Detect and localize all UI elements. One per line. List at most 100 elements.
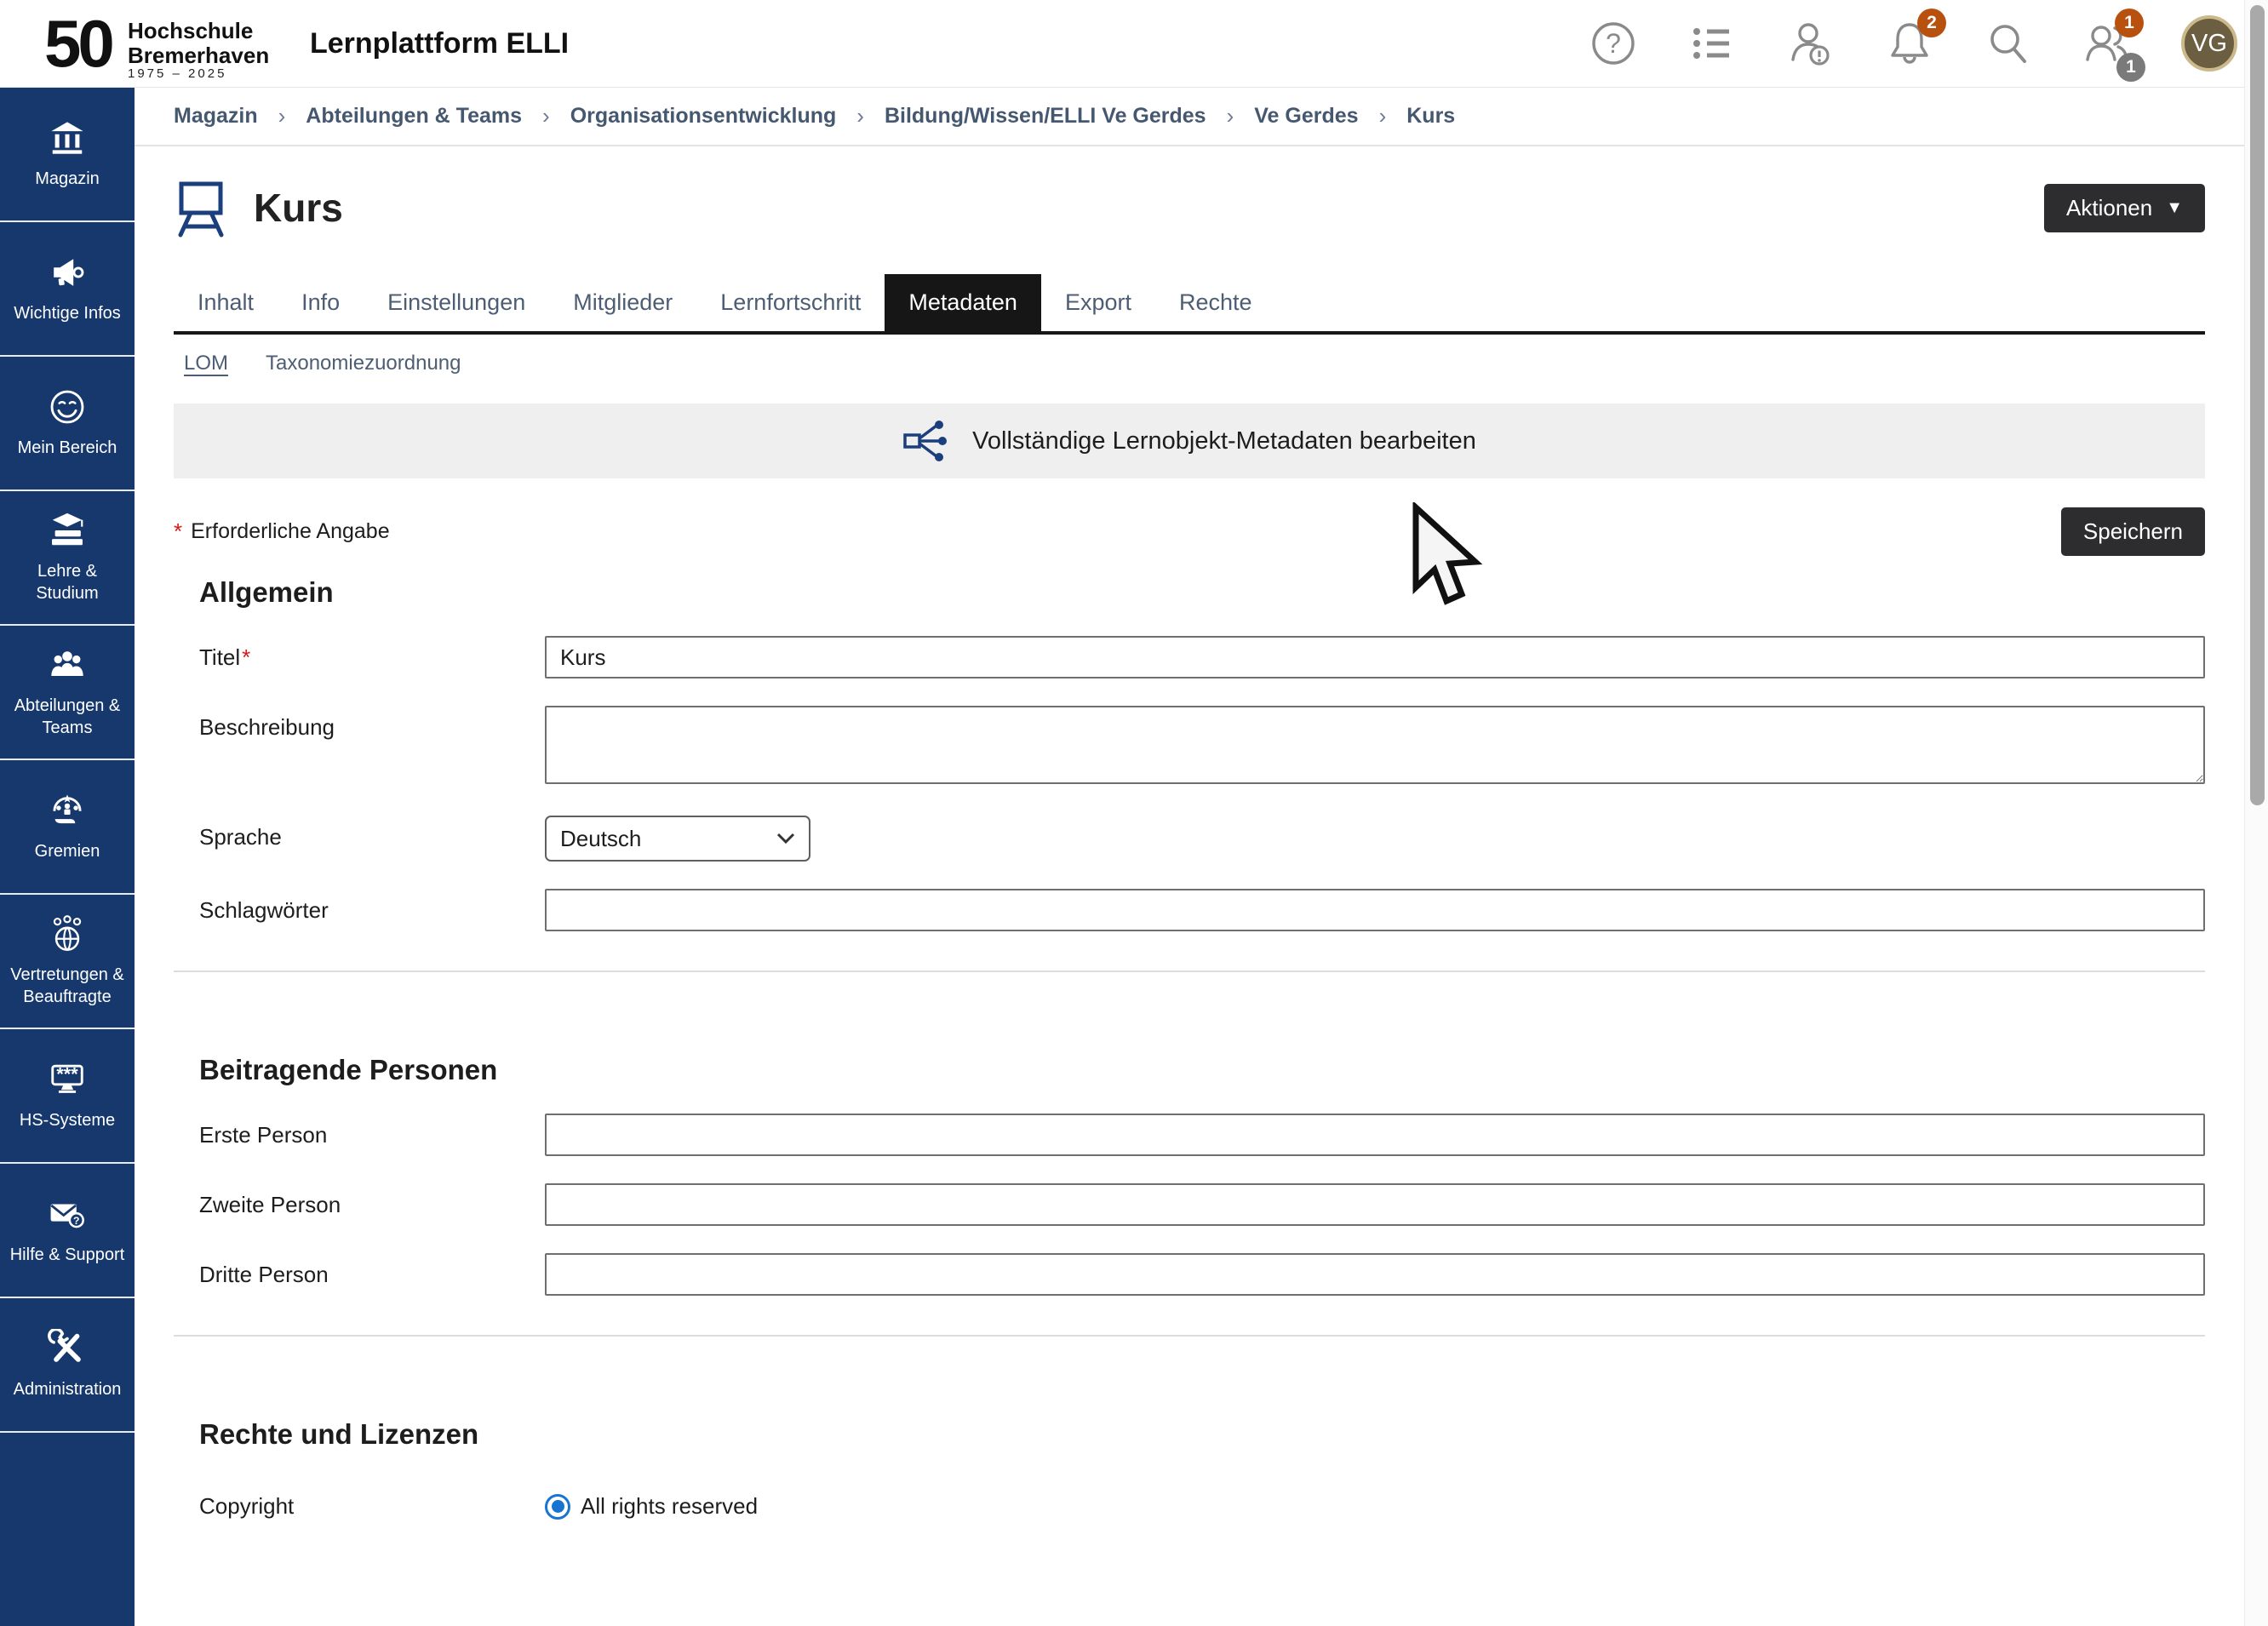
sidebar-item-label: Lehre & Studium — [5, 560, 129, 604]
tab-mitglieder[interactable]: Mitglieder — [549, 274, 696, 331]
search-icon — [1984, 19, 2033, 68]
tab-inhalt[interactable]: Inhalt — [174, 274, 278, 331]
third-person-input[interactable] — [545, 1253, 2205, 1296]
second-person-input[interactable] — [545, 1183, 2205, 1226]
sidebar-item-label: Wichtige Infos — [14, 302, 121, 324]
list-button[interactable] — [1687, 19, 1737, 68]
breadcrumb-item[interactable]: Magazin — [174, 104, 258, 129]
chevron-right-icon: › — [856, 103, 864, 129]
third-person-label: Dritte Person — [199, 1253, 545, 1288]
title-input[interactable] — [545, 636, 2205, 678]
sidebar-item-label: Abteilungen & Teams — [5, 695, 129, 739]
who-is-online-button[interactable] — [1786, 19, 1836, 68]
help-icon: ? — [1589, 20, 1637, 67]
app-title: Lernplattform ELLI — [310, 27, 569, 60]
copyright-radio[interactable] — [545, 1494, 570, 1520]
form-row-description: Beschreibung — [174, 706, 2205, 788]
keywords-input[interactable] — [545, 889, 2205, 931]
form-row-title: Titel* — [174, 636, 2205, 678]
tools-icon — [48, 1329, 87, 1368]
page-content: Kurs Aktionen▼ Inhalt Info Einstellungen… — [135, 177, 2244, 1520]
contacts-new-badge: 1 — [2115, 9, 2144, 37]
required-marker: * — [242, 644, 250, 670]
svg-text:***: *** — [56, 1063, 78, 1085]
user-alert-icon — [1786, 19, 1836, 68]
sidebar-item-administration[interactable]: Administration — [0, 1298, 135, 1433]
copyright-option-label: All rights reserved — [581, 1493, 758, 1520]
form-row-first-person: Erste Person — [174, 1114, 2205, 1156]
app-window: 50 HochschuleBremerhaven 1975 – 2025 Ler… — [0, 0, 2268, 1626]
globe-people-icon — [48, 914, 87, 953]
main-sidebar: Magazin Wichtige Infos Mein Bereich — [0, 88, 135, 1626]
notifications-badge: 2 — [1917, 9, 1946, 37]
subtab-lom[interactable]: LOM — [184, 352, 228, 378]
avatar[interactable]: VG — [2181, 15, 2237, 72]
title-label: Titel* — [199, 636, 545, 671]
svg-text:?: ? — [73, 1215, 79, 1227]
description-label: Beschreibung — [199, 706, 545, 741]
sidebar-item-hs-systeme[interactable]: *** HS-Systeme — [0, 1029, 135, 1164]
tab-export[interactable]: Export — [1041, 274, 1155, 331]
list-icon — [1688, 20, 1736, 67]
form-row-language: Sprache Deutsch — [174, 816, 2205, 862]
logo-name-line1: Hochschule — [128, 18, 253, 43]
search-button[interactable] — [1984, 19, 2033, 68]
contacts-button[interactable]: 1 1 — [2082, 19, 2132, 68]
tab-info[interactable]: Info — [278, 274, 364, 331]
breadcrumb: Magazin › Abteilungen & Teams › Organisa… — [135, 88, 2244, 146]
section-divider — [174, 970, 2205, 972]
sidebar-item-lehre-studium[interactable]: Lehre & Studium — [0, 491, 135, 626]
sidebar-item-label: Vertretungen & Beauftragte — [5, 964, 129, 1008]
mail-question-icon: ? — [48, 1194, 87, 1234]
section-heading-contributors: Beitragende Personen — [199, 1054, 2205, 1086]
required-marker: * — [174, 518, 182, 545]
scrollbar-thumb[interactable] — [2250, 5, 2265, 805]
form-row-copyright: Copyright All rights reserved — [174, 1493, 2205, 1520]
breadcrumb-item-current[interactable]: Kurs — [1406, 104, 1455, 129]
section-heading-rights: Rechte und Lizenzen — [199, 1418, 2205, 1451]
language-label: Sprache — [199, 816, 545, 850]
sidebar-item-wichtige-infos[interactable]: Wichtige Infos — [0, 222, 135, 357]
chevron-down-icon — [776, 833, 795, 844]
logo-name-line2: Bremerhaven — [128, 43, 269, 68]
breadcrumb-item[interactable]: Abteilungen & Teams — [306, 104, 522, 129]
sidebar-item-label: HS-Systeme — [20, 1109, 115, 1131]
banner-label: Vollständige Lernobjekt-Metadaten bearbe… — [972, 427, 1476, 455]
sidebar-item-hilfe-support[interactable]: ? Hilfe & Support — [0, 1164, 135, 1298]
subtab-taxonomiezuordnung[interactable]: Taxonomiezuordnung — [266, 352, 461, 378]
scrollbar-track[interactable] — [2244, 0, 2268, 1626]
description-textarea[interactable] — [545, 706, 2205, 784]
tab-metadaten[interactable]: Metadaten — [885, 274, 1041, 331]
sidebar-item-abteilungen-teams[interactable]: Abteilungen & Teams — [0, 626, 135, 760]
tab-lernfortschritt[interactable]: Lernfortschritt — [696, 274, 885, 331]
chevron-right-icon: › — [542, 103, 550, 129]
save-button[interactable]: Speichern — [2061, 507, 2205, 556]
help-button[interactable]: ? — [1589, 19, 1638, 68]
sidebar-item-label: Magazin — [35, 168, 100, 190]
logo-50: 50 — [44, 5, 112, 83]
page-title-row: Kurs Aktionen▼ — [174, 177, 2205, 238]
tab-rechte[interactable]: Rechte — [1155, 274, 1276, 331]
sidebar-item-gremien[interactable]: Gremien — [0, 760, 135, 895]
sidebar-item-magazin[interactable]: Magazin — [0, 88, 135, 222]
header-toolbar: ? — [1589, 15, 2237, 72]
language-select[interactable]: Deutsch — [545, 816, 810, 862]
subtab-bar: LOM Taxonomiezuordnung — [174, 335, 2205, 378]
megaphone-icon — [48, 253, 87, 292]
people-group-icon — [48, 645, 87, 684]
actions-button[interactable]: Aktionen▼ — [2044, 184, 2205, 232]
edit-full-metadata-banner[interactable]: Vollständige Lernobjekt-Metadaten bearbe… — [174, 404, 2205, 478]
share-nodes-icon — [902, 419, 950, 463]
breadcrumb-item[interactable]: Organisationsentwicklung — [570, 104, 837, 129]
sidebar-item-mein-bereich[interactable]: Mein Bereich — [0, 357, 135, 491]
notifications-button[interactable]: 2 — [1885, 19, 1934, 68]
copyright-label: Copyright — [199, 1493, 545, 1520]
tab-einstellungen[interactable]: Einstellungen — [364, 274, 549, 331]
sidebar-item-vertretungen-beauftragte[interactable]: Vertretungen & Beauftragte — [0, 895, 135, 1029]
chevron-right-icon: › — [1227, 103, 1234, 129]
breadcrumb-item[interactable]: Ve Gerdes — [1254, 104, 1358, 129]
second-person-label: Zweite Person — [199, 1183, 545, 1218]
first-person-input[interactable] — [545, 1114, 2205, 1156]
breadcrumb-item[interactable]: Bildung/Wissen/ELLI Ve Gerdes — [885, 104, 1206, 129]
keywords-label: Schlagwörter — [199, 889, 545, 924]
